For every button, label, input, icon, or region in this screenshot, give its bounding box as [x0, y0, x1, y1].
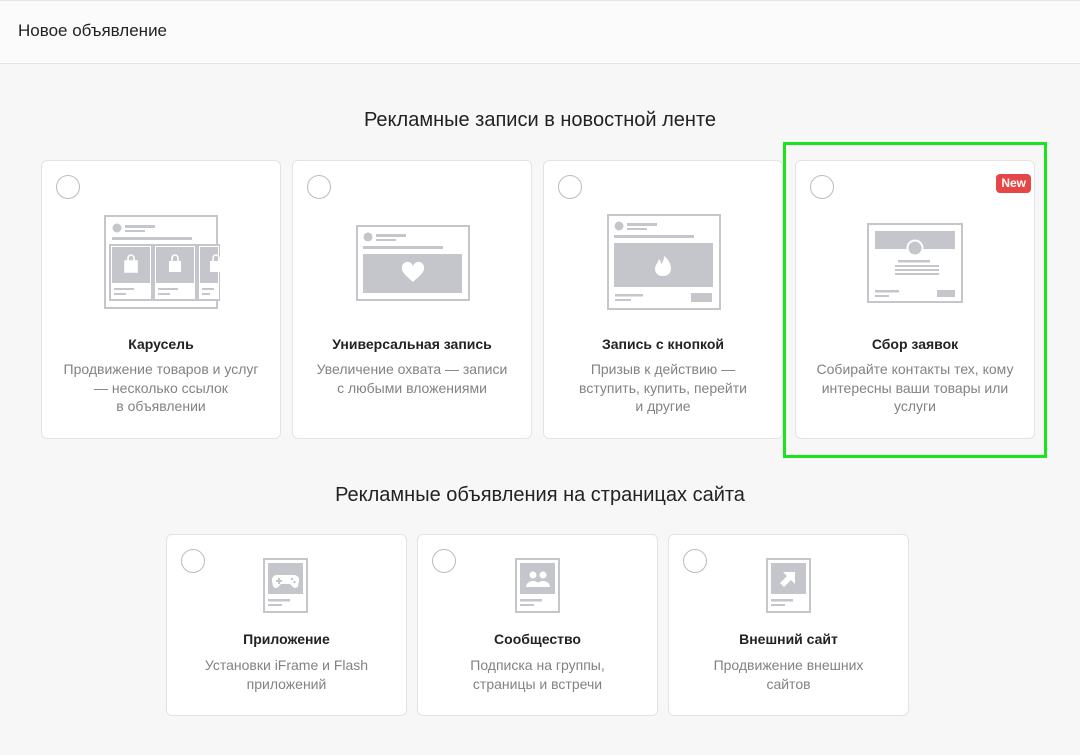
card-title-external-site: Внешний сайт: [739, 631, 838, 647]
carousel-illustration-icon: [104, 215, 220, 309]
radio-universal-post[interactable]: [307, 175, 331, 199]
card-desc-external-site: Продвижение внешних сайтов: [713, 657, 864, 692]
card-title-application: Приложение: [243, 631, 330, 647]
section-title-feed: Рекламные записи в новостной ленте: [363, 109, 717, 131]
gamepad-icon: [263, 558, 308, 613]
card-title-lead-form: Сбор заявок: [871, 336, 959, 352]
radio-lead-form[interactable]: [810, 175, 834, 199]
external-link-icon: [766, 558, 811, 613]
radio-external-site[interactable]: [683, 549, 707, 573]
radio-carousel[interactable]: [56, 175, 80, 199]
card-carousel[interactable]: Карусель Продвижение товаров и услуг — н…: [41, 160, 281, 439]
section-title-site: Рекламные объявления на страницах сайта: [335, 484, 745, 506]
card-button-post[interactable]: Запись с кнопкой Призыв к действию — вст…: [543, 160, 783, 439]
card-desc-carousel: Продвижение товаров и услуг — несколько …: [63, 361, 259, 414]
card-desc-universal-post: Увеличение охвата — записи с любыми влож…: [316, 361, 508, 396]
card-desc-community: Подписка на группы, страницы и встречи: [470, 657, 605, 692]
card-external-site[interactable]: Внешний сайт Продвижение внешних сайтов: [668, 534, 909, 716]
card-desc-application: Установки iFrame и Flash приложений: [204, 657, 369, 692]
card-application[interactable]: Приложение Установки iFrame и Flash прил…: [166, 534, 407, 716]
top-bar: Новое объявление: [0, 0, 1080, 64]
page-title: Новое объявление: [18, 21, 168, 40]
radio-community[interactable]: [432, 549, 456, 573]
universal-post-illustration-icon: [356, 225, 470, 301]
card-title-button-post: Запись с кнопкой: [601, 336, 725, 352]
card-title-universal-post: Универсальная запись: [332, 336, 492, 352]
radio-button-post[interactable]: [558, 175, 582, 199]
community-icon: [515, 558, 560, 613]
card-desc-lead-form: Собирайте контакты тех, кому интересны в…: [816, 361, 1014, 414]
card-title-community: Сообщество: [494, 631, 581, 647]
card-community[interactable]: Сообщество Подписка на группы, страницы …: [417, 534, 658, 716]
radio-application[interactable]: [181, 549, 205, 573]
card-universal-post[interactable]: Универсальная запись Увеличение охвата —…: [292, 160, 532, 439]
button-post-illustration-icon: [607, 214, 721, 310]
card-title-carousel: Карусель: [128, 336, 194, 352]
lead-form-illustration-icon: [867, 223, 963, 303]
card-lead-form[interactable]: New Сбор заявок Собирайте контакты тех, …: [795, 160, 1035, 439]
new-badge: New: [996, 174, 1031, 193]
card-desc-button-post: Призыв к действию — вступить, купить, пе…: [579, 361, 747, 414]
